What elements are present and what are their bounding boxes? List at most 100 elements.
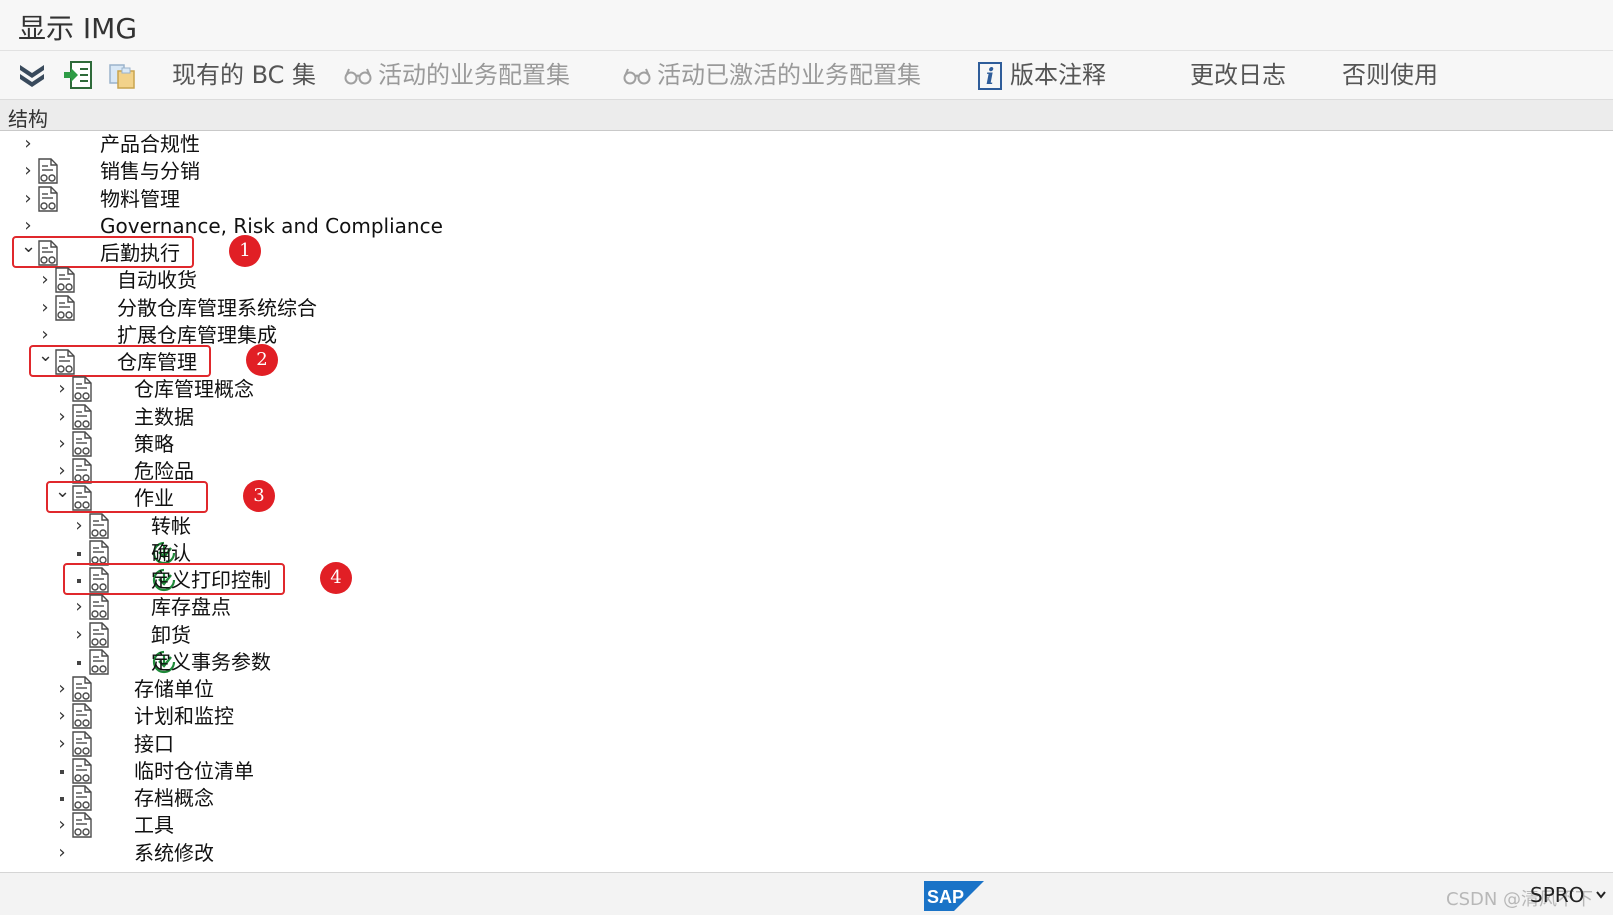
tree-node[interactable]: › 存储单位 (0, 675, 1500, 703)
change-log-button[interactable]: 更改日志 (1190, 58, 1286, 92)
documentation-icon[interactable] (71, 676, 93, 702)
chevron-right-icon[interactable]: › (21, 188, 35, 209)
where-used-button[interactable]: 否则使用 (1342, 58, 1438, 92)
documentation-icon[interactable] (37, 158, 59, 184)
activated-bc-sets-label: 活动已激活的业务配置集 (657, 61, 921, 89)
chevron-down-icon[interactable] (1596, 891, 1606, 899)
documentation-icon[interactable] (71, 785, 93, 811)
tree-node[interactable]: › 库存盘点 (0, 593, 1500, 621)
chevron-right-icon[interactable]: › (38, 297, 52, 318)
documentation-icon[interactable] (88, 594, 110, 620)
documentation-icon[interactable] (88, 512, 110, 539)
position-tree-icon[interactable] (62, 59, 94, 91)
tree-node[interactable]: 临时仓位清单 (0, 757, 1500, 785)
release-notes-button[interactable]: i 版本注释 (978, 58, 1106, 92)
annotation-highlight-box (63, 563, 285, 595)
chevron-right-icon[interactable]: › (21, 215, 35, 236)
chevron-right-icon[interactable]: › (55, 842, 69, 863)
application-toolbar: 现有的 BC 集 活动的业务配置集 活动已激活的业务配置集 i 版本注释 更改日志… (0, 51, 1613, 100)
tree-node[interactable]: › 卸货 (0, 621, 1500, 649)
tree-node[interactable]: › Governance, Risk and Compliance (0, 212, 1500, 240)
title-bar: 显示 IMG (0, 0, 1613, 51)
tree-node[interactable]: › 接口 (0, 730, 1500, 758)
tree-node[interactable]: › 转帐 (0, 512, 1500, 540)
documentation-icon[interactable] (71, 703, 93, 729)
documentation-icon[interactable] (88, 621, 110, 648)
structure-column-header: 结构 (0, 100, 1613, 131)
tree-node[interactable]: › 仓库管理概念 (0, 375, 1500, 403)
tree-node[interactable]: ⌄ 仓库管理 (0, 346, 1500, 376)
tree-node[interactable]: 存档概念 (0, 784, 1500, 812)
documentation-icon[interactable] (71, 812, 93, 838)
chevron-right-icon[interactable]: › (72, 515, 86, 536)
documentation-icon[interactable] (54, 267, 76, 293)
activated-bc-sets-button[interactable]: 活动已激活的业务配置集 (623, 58, 921, 92)
documentation-icon[interactable] (88, 649, 110, 675)
glasses-icon (623, 68, 651, 85)
chevron-right-icon[interactable]: › (21, 161, 35, 181)
tree-node-label: 销售与分销 (100, 159, 200, 184)
chevron-right-icon[interactable]: › (55, 461, 69, 481)
tree-node[interactable]: › 计划和监控 (0, 702, 1500, 730)
documentation-icon[interactable] (71, 730, 93, 757)
tree-node-label: 临时仓位清单 (134, 758, 254, 783)
tree-node[interactable]: 定义事务参数 (0, 648, 1500, 676)
tree-node[interactable]: › 主数据 (0, 403, 1500, 431)
documentation-icon[interactable] (71, 376, 93, 402)
annotation-highlight-box (29, 345, 211, 377)
tree-node-label: 定义事务参数 (151, 649, 271, 674)
annotation-highlight-box (46, 481, 208, 514)
chevron-right-icon[interactable]: › (72, 624, 86, 645)
documentation-icon[interactable] (37, 185, 59, 212)
chevron-right-icon[interactable]: › (55, 379, 69, 399)
chevron-right-icon[interactable]: › (21, 134, 35, 154)
leaf-dot-icon (72, 543, 86, 563)
tree-node[interactable]: › 工具 (0, 811, 1500, 839)
tree-node-label: 策略 (134, 431, 174, 456)
tree-node-label: 计划和监控 (134, 704, 234, 729)
transaction-code: SPRO (1530, 883, 1585, 907)
documentation-icon[interactable] (71, 458, 93, 484)
tree-node[interactable]: ⌄ 作业 (0, 482, 1500, 512)
chevron-right-icon[interactable]: › (55, 679, 69, 699)
tree-node[interactable]: › 自动收货 (0, 266, 1500, 294)
tree-node-label: 危险品 (134, 459, 194, 483)
annotation-number-badge: 3 (243, 480, 275, 513)
tree-node[interactable]: ⌄ 后勤执行 (0, 237, 1500, 267)
tree-node[interactable]: › 分散仓库管理系统综合 (0, 294, 1500, 322)
tree-node-label: 工具 (134, 813, 174, 838)
status-bar: SAP CSDN @清风不下 SPRO (0, 872, 1613, 915)
documentation-icon[interactable] (71, 431, 93, 457)
tree-node-label: 产品合规性 (100, 132, 200, 156)
chevron-right-icon[interactable]: › (55, 406, 69, 427)
tree-node[interactable]: › 物料管理 (0, 185, 1500, 213)
img-structure-tree: › 产品合规性 › 销售与分销 › 物料管理 › Governance, Risk and C… (0, 130, 1613, 872)
tree-node-label: 物料管理 (100, 186, 180, 211)
active-bc-sets-label: 活动的业务配置集 (378, 61, 570, 89)
expand-all-icon[interactable] (16, 59, 48, 91)
tree-node[interactable]: › 扩展仓库管理集成 (0, 321, 1500, 349)
chevron-right-icon[interactable]: › (55, 433, 69, 454)
annotation-highlight-box (12, 236, 194, 268)
documentation-icon[interactable] (71, 403, 93, 430)
active-bc-sets-button[interactable]: 活动的业务配置集 (344, 58, 570, 92)
chevron-right-icon[interactable]: › (38, 324, 52, 345)
tree-node[interactable]: › 销售与分销 (0, 157, 1500, 185)
annotation-number-badge: 4 (320, 562, 352, 594)
documentation-icon[interactable] (71, 758, 93, 784)
leaf-dot-icon (55, 761, 69, 781)
chevron-right-icon[interactable]: › (55, 815, 69, 835)
tree-node-label: 主数据 (134, 404, 194, 429)
chevron-right-icon[interactable]: › (55, 733, 69, 754)
tree-node[interactable]: › 策略 (0, 430, 1500, 458)
tree-node[interactable]: › 系统修改 (0, 839, 1500, 867)
existing-bc-sets-button[interactable]: 现有的 BC 集 (172, 58, 316, 92)
documentation-icon[interactable] (54, 294, 76, 321)
tree-node[interactable]: › 产品合规性 (0, 130, 1500, 158)
chevron-right-icon[interactable]: › (72, 597, 86, 617)
chevron-right-icon[interactable]: › (38, 270, 52, 290)
documentation-icon[interactable] (88, 540, 110, 566)
copy-icon[interactable] (106, 59, 138, 91)
tree-node[interactable]: › 危险品 (0, 457, 1500, 485)
chevron-right-icon[interactable]: › (55, 706, 69, 726)
